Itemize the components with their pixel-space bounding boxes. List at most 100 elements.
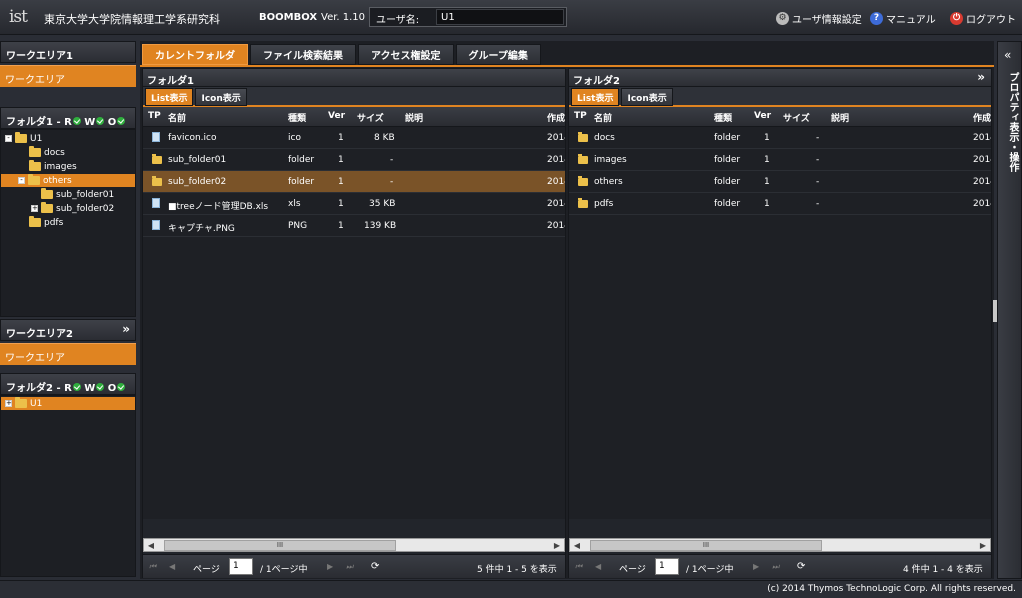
right-property-panel[interactable]: « プロパティ表示・操作 — [997, 41, 1022, 579]
table-row-selected[interactable]: sub_folder02 folder 1 - 2014 — [143, 171, 565, 193]
expand-icon[interactable]: + — [5, 400, 12, 407]
tree-node-u1[interactable]: + U1 — [1, 397, 135, 410]
folder2-pane: フォルダ2 » List表示 Icon表示 TP 名前 種類 Ver サイズ 説明… — [568, 68, 992, 578]
grid-header: TP 名前 種類 Ver サイズ 説明 作成 — [143, 107, 565, 127]
list-view-tab[interactable]: List表示 — [145, 88, 194, 106]
first-page-icon[interactable]: ⏮ — [149, 562, 156, 572]
manual-link[interactable]: ? マニュアル — [870, 10, 936, 26]
folder2-view-tabs: List表示 Icon表示 — [569, 87, 991, 107]
table-row[interactable]: favicon.ico ico 1 8 KB 2014 — [143, 127, 565, 149]
row-ver: 1 — [338, 221, 344, 231]
workarea2-title-text: ワークエリア2 — [6, 329, 73, 340]
page-of: / 1ページ中 — [260, 565, 308, 575]
table-row[interactable]: images folder 1 - 2014 — [569, 149, 991, 171]
scroll-right-icon[interactable]: ▶ — [551, 540, 563, 551]
collapse-double-icon[interactable]: » — [122, 322, 130, 336]
workarea2-item[interactable]: ワークエリア — [0, 343, 136, 365]
folder-icon — [29, 160, 41, 171]
tree-node-label: others — [43, 175, 72, 186]
scroll-left-icon[interactable]: ◀ — [145, 540, 157, 551]
page-input[interactable]: 1 — [229, 558, 253, 575]
row-created: 2014 — [973, 177, 991, 187]
col-ver[interactable]: Ver — [328, 111, 345, 121]
col-desc[interactable]: 説明 — [405, 111, 423, 124]
main-area: カレントフォルダ ファイル検索結果 アクセス権設定 グループ編集 フォルダ1 L… — [140, 41, 994, 579]
col-ver[interactable]: Ver — [754, 111, 771, 121]
col-tp[interactable]: TP — [148, 111, 161, 121]
main-tabs: カレントフォルダ ファイル検索結果 アクセス権設定 グループ編集 — [142, 44, 541, 66]
tab-current-folder[interactable]: カレントフォルダ — [142, 44, 248, 65]
expand-panel-icon[interactable]: « — [1004, 48, 1011, 62]
col-desc[interactable]: 説明 — [831, 111, 849, 124]
tab-file-search[interactable]: ファイル検索結果 — [250, 44, 356, 65]
row-size: - — [390, 155, 394, 165]
check-icon — [117, 383, 126, 391]
page-input[interactable]: 1 — [655, 558, 679, 575]
col-size[interactable]: サイズ — [357, 111, 384, 124]
col-type[interactable]: 種類 — [288, 111, 306, 124]
row-size: - — [816, 199, 820, 209]
tree-node-sub-folder02[interactable]: + sub_folder02 — [31, 202, 114, 215]
col-size[interactable]: サイズ — [783, 111, 810, 124]
folder-icon — [578, 132, 588, 142]
collapse-icon[interactable]: - — [18, 177, 25, 184]
tree-node-pdfs[interactable]: pdfs — [29, 216, 63, 229]
table-row[interactable]: pdfs folder 1 - 2014 — [569, 193, 991, 215]
table-row[interactable]: sub_folder01 folder 1 - 2014 — [143, 149, 565, 171]
user-settings-link[interactable]: ⚙ ユーザ情報設定 — [776, 10, 862, 26]
collapse-icon[interactable]: - — [5, 135, 12, 142]
logout-link[interactable]: ⏻ ログアウト — [950, 10, 1016, 26]
tree-node-label: pdfs — [44, 217, 64, 228]
scroll-right-icon[interactable]: ▶ — [977, 540, 989, 551]
last-page-icon[interactable]: ⏭ — [772, 562, 779, 572]
scroll-thumb[interactable]: III — [164, 540, 396, 551]
col-name[interactable]: 名前 — [594, 111, 612, 124]
workarea1-item[interactable]: ワークエリア — [0, 65, 136, 87]
folder1-view-tabs: List表示 Icon表示 — [143, 87, 565, 107]
folder1-o-label: O — [107, 117, 117, 128]
next-page-icon[interactable]: ▶ — [753, 562, 759, 571]
tab-access-rights[interactable]: アクセス権設定 — [358, 44, 454, 65]
icon-view-tab[interactable]: Icon表示 — [195, 88, 247, 106]
tree-node-u1[interactable]: - U1 — [5, 132, 42, 145]
expand-icon[interactable]: + — [31, 205, 38, 212]
horizontal-scrollbar[interactable]: ◀ III ▶ — [143, 538, 565, 552]
tree-node-label: sub_folder01 — [56, 189, 115, 200]
col-created[interactable]: 作成 — [547, 111, 565, 124]
col-type[interactable]: 種類 — [714, 111, 732, 124]
prev-page-icon[interactable]: ◀ — [169, 562, 175, 571]
refresh-icon[interactable]: ⟳ — [797, 561, 805, 572]
list-view-tab[interactable]: List表示 — [571, 88, 620, 106]
tree-node-sub-folder01[interactable]: sub_folder01 — [41, 188, 114, 201]
table-row[interactable]: ■treeノード管理DB.xls xls 1 35 KB 2014 — [143, 193, 565, 215]
row-size: - — [816, 177, 820, 187]
scroll-left-icon[interactable]: ◀ — [571, 540, 583, 551]
row-size: - — [390, 177, 394, 187]
tree-node-images[interactable]: images — [29, 160, 77, 173]
horizontal-scrollbar[interactable]: ◀ III ▶ — [569, 538, 991, 552]
check-icon — [96, 383, 105, 391]
first-page-icon[interactable]: ⏮ — [575, 562, 582, 572]
icon-view-tab[interactable]: Icon表示 — [621, 88, 673, 106]
table-row[interactable]: docs folder 1 - 2014 — [569, 127, 991, 149]
last-page-icon[interactable]: ⏭ — [346, 562, 353, 572]
scroll-thumb[interactable]: III — [590, 540, 822, 551]
table-row[interactable]: キャプチャ.PNG PNG 1 139 KB 2014 — [143, 215, 565, 237]
tree-node-docs[interactable]: docs — [29, 146, 65, 159]
refresh-icon[interactable]: ⟳ — [371, 561, 379, 572]
prev-page-icon[interactable]: ◀ — [595, 562, 601, 571]
row-created: 2014 — [547, 221, 565, 231]
next-page-icon[interactable]: ▶ — [327, 562, 333, 571]
workarea1-title: ワークエリア1 — [0, 41, 136, 63]
folder2-pager: ⏮ ◀ ページ 1 / 1ページ中 ▶ ⏭ ⟳ 4 件中 1 - 4 を表示 — [569, 554, 991, 578]
col-tp[interactable]: TP — [574, 111, 587, 121]
user-box: ユーザ名: U1 — [369, 7, 567, 27]
folder-icon — [152, 154, 162, 164]
tree-node-others[interactable]: - others — [1, 174, 135, 187]
col-created[interactable]: 作成 — [973, 111, 991, 124]
user-name-field[interactable]: U1 — [436, 9, 564, 25]
table-row[interactable]: others folder 1 - 2014 — [569, 171, 991, 193]
col-name[interactable]: 名前 — [168, 111, 186, 124]
expand-double-icon[interactable]: » — [977, 70, 985, 84]
tab-group-edit[interactable]: グループ編集 — [455, 44, 541, 65]
